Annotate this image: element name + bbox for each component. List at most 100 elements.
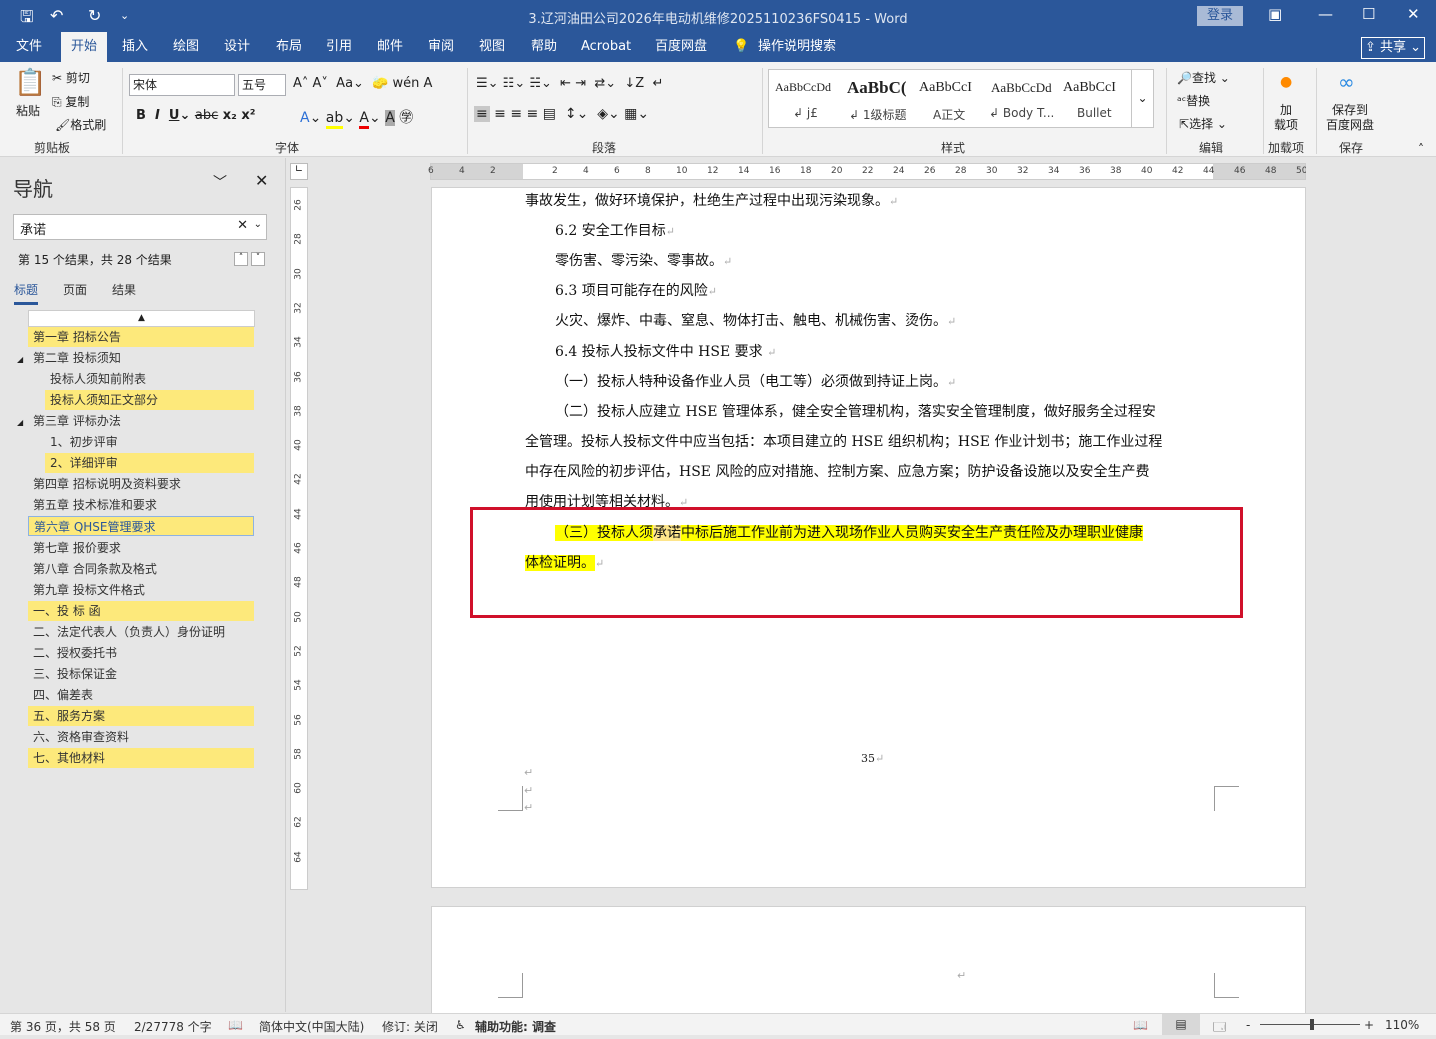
alignment-icons[interactable]: ≡ ≡ ≡ ≡ ▤ ↕⌄ ◈⌄ ▦⌄	[474, 106, 649, 122]
nav-tab-headings[interactable]: 标题	[14, 281, 39, 305]
search-options-icon[interactable]: ⌄	[254, 219, 262, 230]
font-grow-shrink-icons[interactable]: A˄ A˅ Aa⌄ 🧽 wén A	[293, 76, 432, 91]
scroll-to-top-button[interactable]: ▲	[28, 310, 255, 327]
find-button[interactable]: 🔎查找 ⌄	[1177, 69, 1230, 86]
tab-references[interactable]: 引用	[326, 32, 352, 62]
language[interactable]: 简体中文(中国大陆)	[259, 1018, 364, 1035]
paste-icon[interactable]: 📋	[14, 68, 46, 98]
styles-more-icon[interactable]: ⌄	[1131, 70, 1153, 127]
document-line[interactable]: （二）投标人应建立 HSE 管理体系，健全安全管理机构，落实安全管理制度，做好服…	[555, 401, 1156, 421]
style-preview-1[interactable]: AaBbCcDd	[775, 80, 831, 95]
previous-result-button[interactable]: ˄	[234, 252, 248, 266]
select-button[interactable]: ⇱选择 ⌄	[1179, 115, 1227, 132]
heading-item[interactable]: 第七章 报价要求	[28, 538, 254, 558]
document-line[interactable]: 事故发生，做好环境保护，杜绝生产过程中出现污染现象。↵	[525, 190, 898, 210]
format-painter-button[interactable]: 🖌格式刷	[55, 116, 106, 133]
nav-tab-pages[interactable]: 页面	[63, 281, 87, 298]
tab-review[interactable]: 审阅	[428, 32, 454, 62]
collapse-ribbon-icon[interactable]: ˄	[1418, 142, 1424, 156]
heading-item[interactable]: 第六章 QHSE管理要求	[28, 516, 254, 537]
heading-item[interactable]: 第五章 技术标准和要求	[28, 495, 254, 515]
style-preview-4[interactable]: AaBbCcDd	[991, 80, 1052, 96]
horizontal-ruler[interactable]: 6 4 2 2 4 6 8 10 12 14 16 18 20 22 24 26 28 30 32 34 36 38 40 4…	[428, 163, 1307, 180]
tab-baidu-netdisk[interactable]: 百度网盘	[655, 32, 707, 62]
next-result-button[interactable]: ˅	[251, 252, 265, 266]
ribbon-display-icon[interactable]: ▣	[1268, 5, 1282, 23]
document-line[interactable]: 火灾、爆炸、中毒、窒息、物体打击、触电、机械伤害、烫伤。↵	[555, 310, 956, 330]
login-button[interactable]: 登录	[1197, 6, 1243, 26]
tab-help[interactable]: 帮助	[531, 32, 557, 62]
heading-item[interactable]: 五、服务方案	[28, 705, 254, 726]
tab-home[interactable]: 开始	[61, 32, 108, 62]
document-line[interactable]: （一）投标人特种设备作业人员（电工等）必须做到持证上岗。↵	[555, 371, 956, 391]
minimize-icon[interactable]: —	[1318, 5, 1333, 23]
zoom-level[interactable]: 110%	[1385, 1018, 1419, 1032]
tab-file[interactable]: 文件	[16, 32, 42, 62]
heading-item[interactable]: 第四章 招标说明及资料要求	[28, 474, 254, 494]
clear-search-icon[interactable]: ✕	[237, 218, 248, 233]
heading-item[interactable]: 第八章 合同条款及格式	[28, 559, 254, 579]
heading-item[interactable]: 四、偏差表	[28, 685, 254, 705]
save-to-netdisk-button[interactable]: 保存到 百度网盘	[1326, 103, 1374, 133]
tab-draw[interactable]: 绘图	[173, 32, 199, 62]
web-layout-icon[interactable]: 🗔	[1213, 1018, 1226, 1039]
heading-item[interactable]: 第九章 投标文件格式	[28, 580, 254, 600]
tab-design[interactable]: 设计	[224, 32, 250, 62]
text-effects-icons[interactable]: A⌄ ab⌄ A⌄ A ㊫	[300, 107, 413, 129]
maximize-icon[interactable]: ☐	[1362, 5, 1375, 23]
print-layout-icon[interactable]: ▤	[1162, 1014, 1200, 1035]
nav-tab-results[interactable]: 结果	[112, 281, 136, 298]
heading-item[interactable]: 第二章 投标须知	[28, 348, 254, 368]
heading-item[interactable]: 一、投 标 函	[28, 600, 254, 621]
zoom-out-button[interactable]: -	[1246, 1018, 1250, 1032]
accessibility-status[interactable]: 辅助功能: 调查	[475, 1018, 556, 1035]
heading-item[interactable]: 三、投标保证金	[28, 664, 254, 684]
collapse-triangle-icon[interactable]: ◢	[17, 418, 23, 427]
heading-item[interactable]: 1、初步评审	[45, 432, 254, 452]
style-preview-5[interactable]: AaBbCcI	[1063, 80, 1116, 96]
replace-button[interactable]: ᵃᶜ替换	[1177, 92, 1210, 109]
tell-me-search[interactable]: 操作说明搜索	[758, 32, 836, 62]
heading-item[interactable]: 投标人须知正文部分	[45, 390, 254, 411]
addins-button[interactable]: 加 载项	[1274, 103, 1298, 133]
nav-search-input[interactable]: 承诺 ✕ ⌄	[13, 214, 267, 240]
vertical-ruler[interactable]: 26 28 30 32 34 36 38 40 42 44 46 48 50 52 54 56 58 60 62 64	[290, 187, 308, 890]
heading-item[interactable]: 六、资格审查资料	[28, 727, 254, 747]
page-count[interactable]: 第 36 页，共 58 页	[10, 1018, 116, 1035]
paste-button[interactable]: 粘贴	[16, 102, 40, 119]
style-preview-2[interactable]: AaBbC(	[847, 78, 907, 98]
baidu-netdisk-icon[interactable]: ∞	[1338, 70, 1355, 94]
share-button[interactable]: ⇪ 共享 ⌄	[1361, 37, 1425, 59]
addins-icon[interactable]: ●	[1280, 74, 1292, 90]
heading-item[interactable]: 第三章 评标办法	[28, 411, 254, 431]
heading-item[interactable]: 2、详细评审	[45, 453, 254, 474]
heading-item[interactable]: 第一章 招标公告	[28, 327, 254, 347]
tab-mailings[interactable]: 邮件	[377, 32, 403, 62]
font-name-select[interactable]: 宋体	[129, 74, 235, 96]
document-line[interactable]: 6.2 安全工作目标↵	[555, 220, 675, 240]
tab-layout[interactable]: 布局	[276, 32, 302, 62]
document-line[interactable]: 6.4 投标人投标文件中 HSE 要求 ↵	[555, 341, 776, 361]
nav-close-icon[interactable]: ✕	[255, 171, 268, 190]
copy-button[interactable]: ⎘ 复制	[52, 93, 89, 110]
document-line[interactable]: 中存在风险的初步评估，HSE 风险的应对措施、控制方案、应急方案；防护设备设施以…	[525, 461, 1149, 481]
heading-item[interactable]: 投标人须知前附表	[45, 369, 254, 389]
accessibility-icon[interactable]: ♿	[455, 1018, 466, 1032]
read-mode-icon[interactable]: 📖	[1133, 1018, 1148, 1032]
font-format-buttons[interactable]: B I U⌄ abc x₂ x²	[136, 108, 255, 123]
nav-options-chevron-icon[interactable]: ﹀	[213, 172, 227, 192]
tab-view[interactable]: 视图	[479, 32, 505, 62]
tab-acrobat[interactable]: Acrobat	[581, 32, 631, 62]
proofing-icon[interactable]: 📖	[228, 1018, 243, 1032]
track-changes-status[interactable]: 修订: 关闭	[382, 1018, 438, 1035]
word-count[interactable]: 2/27778 个字	[134, 1018, 212, 1035]
collapse-triangle-icon[interactable]: ◢	[17, 355, 23, 364]
document-line[interactable]: 全管理。投标人投标文件中应当包括：本项目建立的 HSE 组织机构；HSE 作业计…	[525, 431, 1162, 451]
document-line[interactable]: 6.3 项目可能存在的风险↵	[555, 280, 717, 300]
document-line[interactable]: 零伤害、零污染、零事故。↵	[555, 250, 732, 270]
zoom-slider-thumb[interactable]	[1310, 1019, 1315, 1030]
heading-item[interactable]: 二、授权委托书	[28, 643, 254, 663]
vertical-scrollbar-area[interactable]	[1306, 158, 1436, 1013]
style-preview-3[interactable]: AaBbCcI	[919, 80, 972, 96]
next-document-page[interactable]: ↵	[431, 906, 1306, 1026]
